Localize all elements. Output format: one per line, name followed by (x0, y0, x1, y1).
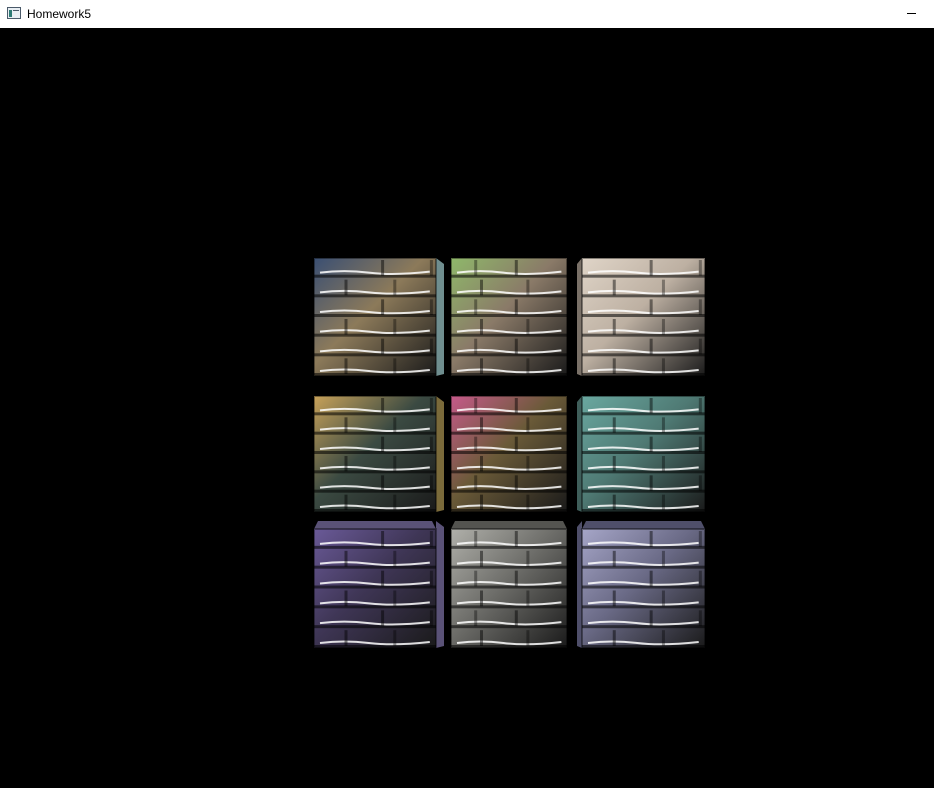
app-window: Homework5 (0, 0, 934, 788)
cube-r1-c1 (313, 257, 444, 377)
app-window-icon (7, 7, 21, 19)
cube-r2-c2 (450, 395, 568, 513)
window-title: Homework5 (27, 7, 92, 21)
title-bar[interactable]: Homework5 (0, 0, 934, 28)
minimize-button[interactable] (888, 0, 934, 28)
cube-r3-c1 (313, 521, 444, 649)
cube-r2-c1 (313, 395, 444, 513)
cube-r1-c3 (577, 257, 706, 377)
scene-canvas (313, 257, 706, 649)
cube-r3-c2 (450, 521, 568, 649)
cube-r3-c3 (577, 521, 706, 649)
render-viewport[interactable] (0, 28, 934, 788)
cube-r2-c3 (577, 395, 706, 513)
cube-r1-c2 (450, 257, 568, 377)
